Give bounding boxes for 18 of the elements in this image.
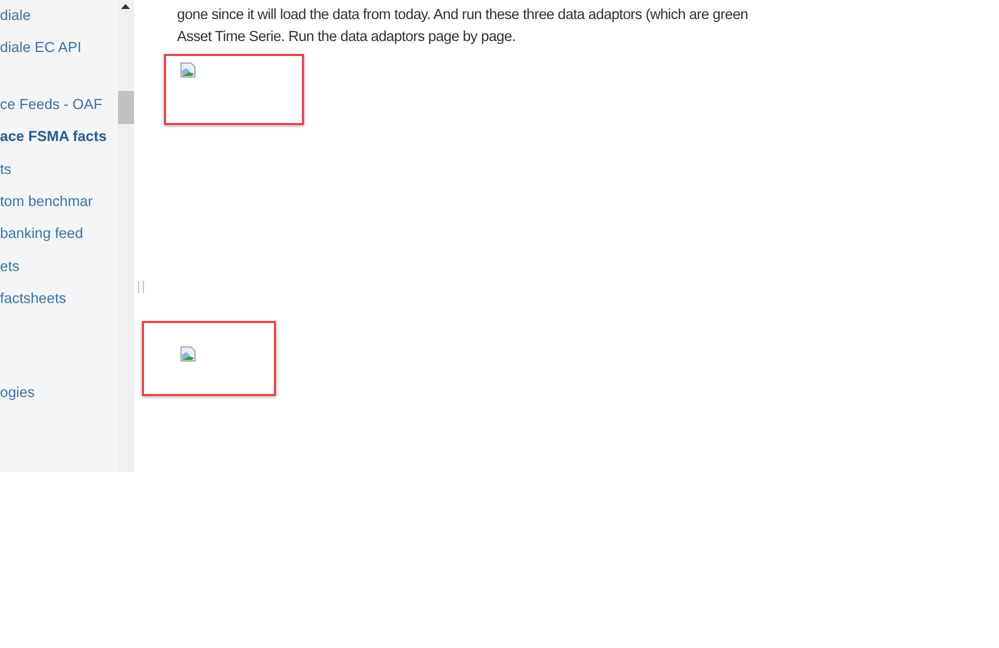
sidebar-item[interactable]: factsheets [0, 287, 118, 312]
broken-image-icon [180, 346, 196, 362]
sidebar-item[interactable]: ts [0, 158, 118, 182]
sidebar-item[interactable]: ets [0, 254, 118, 279]
paragraph-line: Asset Time Serie. Run the data adaptors page by page. [177, 28, 517, 46]
paragraph-line: gone since it will load the data from today. And run these three data adaptors (which are green [177, 6, 750, 25]
resize-handle[interactable] [138, 281, 144, 293]
sidebar-item[interactable]: diale EC API [0, 36, 118, 60]
sidebar-item[interactable]: tom benchmar [0, 190, 118, 214]
scrollbar[interactable] [118, 0, 134, 472]
sidebar-item[interactable]: ce Feeds - OAF [0, 92, 118, 117]
sidebar-item[interactable]: banking feed [0, 222, 118, 246]
sidebar-item[interactable]: ogies [0, 381, 118, 406]
sidebar-item[interactable]: ace FSMA facts [0, 125, 118, 150]
scrollbar-thumb[interactable] [118, 91, 134, 124]
scroll-up-icon[interactable] [121, 4, 130, 9]
broken-image-icon [180, 62, 196, 78]
sidebar-item[interactable]: diale [0, 4, 118, 28]
